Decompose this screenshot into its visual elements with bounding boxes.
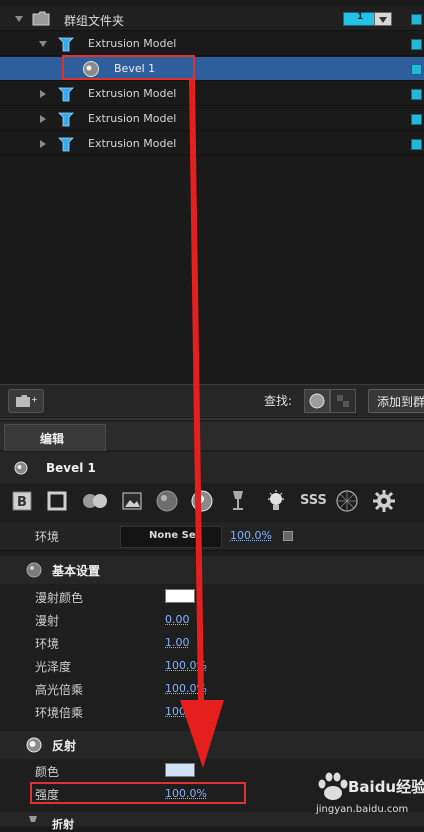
tree-item-label: Extrusion Model: [88, 137, 176, 150]
folder-icon: [32, 11, 50, 26]
tab-edit[interactable]: 编辑: [4, 424, 106, 451]
env-checkbox[interactable]: [283, 531, 293, 541]
svg-text:+: +: [31, 395, 37, 404]
add-folder-icon: +: [15, 394, 37, 408]
bevel-icon: [14, 461, 28, 475]
tree-item-label: Extrusion Model: [88, 112, 176, 125]
env-mult-value[interactable]: 100.0%: [165, 705, 207, 718]
svg-text:B: B: [17, 495, 27, 510]
pill-icon[interactable]: [82, 492, 108, 510]
visibility-toggle[interactable]: [411, 114, 422, 125]
tree-item-extrusion-model[interactable]: Extrusion Model: [0, 107, 424, 131]
reflect-section-header[interactable]: 反射: [0, 731, 424, 759]
visibility-toggle[interactable]: [411, 139, 422, 150]
mesh-icon[interactable]: [335, 489, 359, 513]
ball-icon[interactable]: [190, 489, 214, 513]
env-row: 环境 None Set 100.0%: [0, 522, 424, 551]
model-icon: [58, 136, 74, 152]
search-sphere-button[interactable]: [304, 389, 330, 413]
tree-item-label: Extrusion Model: [88, 37, 176, 50]
group-counter[interactable]: 1: [343, 12, 375, 26]
basic-section-header[interactable]: 基本设置: [0, 556, 424, 584]
basic-rows: 漫射颜色 漫射 0.00 环境 1.00 光泽度 100.0% 高光倍乘 100…: [0, 584, 424, 724]
row-label: 漫射: [35, 612, 59, 629]
highlight-box-bevel: [62, 55, 195, 80]
expand-icon[interactable]: [39, 41, 47, 47]
row-label: 光泽度: [35, 658, 71, 675]
expand-icon[interactable]: [40, 115, 46, 123]
new-folder-button[interactable]: +: [8, 389, 44, 413]
object-name: Bevel 1: [46, 461, 96, 475]
counter-dropdown[interactable]: [374, 12, 392, 26]
sss-icon[interactable]: SSS: [300, 493, 327, 508]
tree-item-extrusion-model[interactable]: Extrusion Model: [0, 132, 424, 156]
material-toolbar: B SSS: [0, 483, 424, 519]
section-title: 基本设置: [52, 562, 100, 579]
gloss-value[interactable]: 100.0%: [165, 659, 207, 672]
expand-icon[interactable]: [40, 140, 46, 148]
shield-icon[interactable]: [46, 490, 68, 512]
sphere-icon: [309, 393, 325, 409]
glass-icon: [28, 816, 38, 826]
search-label: 查找:: [264, 392, 292, 409]
reflect-icon: [26, 737, 42, 753]
env-dropdown[interactable]: None Set: [120, 526, 222, 548]
visibility-toggle[interactable]: [411, 89, 422, 100]
row-label: 高光倍乘: [35, 681, 83, 698]
tree-item-extrusion-model[interactable]: Extrusion Model: [0, 82, 424, 106]
watermark-brand: Baidu经验: [348, 776, 424, 797]
b-icon[interactable]: B: [11, 490, 33, 512]
highlight-box-strength: [30, 782, 246, 804]
row-label: 环境倍乘: [35, 704, 83, 721]
reflect-color-swatch[interactable]: [165, 763, 195, 777]
diffuse-color-swatch[interactable]: [165, 589, 195, 603]
gear-icon[interactable]: [372, 489, 396, 513]
ambient-value[interactable]: 1.00: [165, 636, 190, 649]
tree-item-extrusion-model[interactable]: Extrusion Model: [0, 32, 424, 56]
sphere-icon: [26, 562, 42, 578]
row-label: 环境: [35, 635, 59, 652]
section-title: 折射: [52, 816, 74, 832]
glass-icon[interactable]: [229, 489, 247, 513]
expand-icon[interactable]: [40, 90, 46, 98]
specular-mult-value[interactable]: 100.0%: [165, 682, 207, 695]
paw-logo: [316, 772, 350, 802]
bulb-icon[interactable]: [265, 489, 287, 513]
tab-bar: 编辑: [0, 422, 424, 450]
sphere-icon[interactable]: [155, 489, 179, 513]
row-label: 漫射颜色: [35, 589, 83, 606]
diffuse-value[interactable]: 0.00: [165, 613, 190, 626]
visibility-toggle[interactable]: [411, 39, 422, 50]
expand-icon[interactable]: [15, 16, 23, 22]
model-icon: [58, 36, 74, 52]
env-percent[interactable]: 100.0%: [230, 529, 272, 542]
chevron-down-icon: [379, 17, 387, 23]
image-icon[interactable]: [121, 490, 143, 512]
search-cube-button[interactable]: [330, 389, 356, 413]
model-icon: [58, 86, 74, 102]
visibility-toggle[interactable]: [411, 64, 422, 75]
object-header: Bevel 1: [0, 452, 424, 484]
group-label: 群组文件夹: [64, 12, 124, 29]
watermark: Baidu经验 jingyan.baidu.com: [316, 770, 416, 822]
section-title: 反射: [52, 737, 76, 754]
tree-bottom-bar: + 查找: 添加到群: [0, 384, 424, 417]
visibility-toggle[interactable]: [411, 14, 422, 25]
tree-item-label: Extrusion Model: [88, 87, 176, 100]
add-to-group-button[interactable]: 添加到群: [368, 389, 424, 413]
env-label: 环境: [35, 528, 59, 545]
model-icon: [58, 111, 74, 127]
row-label: 颜色: [35, 763, 59, 780]
group-row[interactable]: 群组文件夹 1: [0, 7, 424, 31]
cubes-icon: [336, 394, 350, 408]
watermark-url: jingyan.baidu.com: [316, 804, 408, 815]
